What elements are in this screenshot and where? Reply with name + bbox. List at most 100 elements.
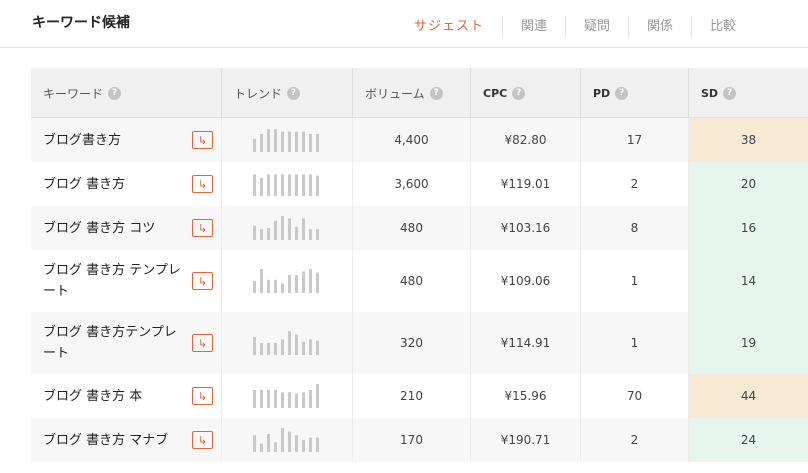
col-sd-header[interactable]: SD? — [689, 68, 808, 118]
tab-4[interactable]: 比較 — [691, 16, 754, 38]
help-icon[interactable]: ? — [429, 86, 443, 100]
trend-bar — [253, 337, 256, 355]
trend-bar — [274, 390, 277, 408]
trend-bar — [288, 218, 291, 240]
sd-cell: 16 — [689, 206, 808, 250]
col-cpc-label: CPC — [483, 86, 508, 100]
trend-bar — [295, 435, 298, 452]
section-title: キーワード候補 — [32, 15, 130, 31]
col-sd-label: SD — [701, 86, 719, 100]
tab-1[interactable]: 関連 — [502, 16, 565, 38]
trend-bar — [288, 131, 291, 152]
open-keyword-icon[interactable]: ↳ — [192, 272, 213, 290]
open-keyword-icon[interactable]: ↳ — [192, 219, 213, 237]
trend-bar — [302, 440, 305, 452]
col-keyword-header[interactable]: キーワード? — [31, 68, 222, 118]
trend-bar — [274, 129, 277, 152]
cpc-cell: ¥109.06 — [471, 250, 581, 312]
section-header: キーワード候補 サジェスト 関連 疑問 関係 比較 — [0, 0, 808, 48]
col-cpc-header[interactable]: CPC? — [471, 68, 581, 118]
trend-bar — [267, 129, 270, 152]
tab-2[interactable]: 疑問 — [565, 16, 628, 38]
trend-bar — [253, 225, 256, 240]
help-icon[interactable]: ? — [108, 86, 122, 100]
trend-bar — [302, 392, 305, 408]
help-icon[interactable]: ? — [615, 86, 629, 100]
trend-bar — [274, 279, 277, 293]
volume-cell: 4,400 — [353, 118, 471, 162]
keyword-text[interactable]: ブログ 書き方テンプレート — [43, 322, 183, 364]
sd-cell: 38 — [689, 118, 808, 162]
help-icon[interactable]: ? — [512, 86, 526, 100]
pd-cell: 17 — [581, 118, 689, 162]
trend-bar — [253, 174, 256, 196]
tab-0[interactable]: サジェスト — [396, 16, 502, 38]
col-pd-label: PD — [593, 86, 611, 100]
trend-bar — [267, 174, 270, 196]
keyword-cell: ブログ 書き方テンプレート ↳ — [31, 312, 222, 374]
trend-cell — [222, 312, 353, 374]
trend-bar — [309, 174, 312, 196]
cpc-cell: ¥114.91 — [471, 312, 581, 374]
trend-sparkline — [253, 216, 319, 240]
table-body: ブログ書き方 ↳ 4,400 ¥82.80 17 38 ブログ 書き方 ↳ 3,600 ¥119.… — [31, 118, 808, 462]
help-icon[interactable]: ? — [287, 86, 301, 100]
trend-bar — [260, 390, 263, 408]
cpc-cell: ¥82.80 — [471, 118, 581, 162]
open-keyword-icon[interactable]: ↳ — [192, 431, 213, 449]
open-keyword-icon[interactable]: ↳ — [192, 131, 213, 149]
keyword-text[interactable]: ブログ 書き方 マナブ — [43, 430, 183, 451]
table-row: ブログ 書き方 テンプレート ↳ 480 ¥109.06 1 14 — [31, 250, 808, 312]
trend-sparkline — [253, 129, 319, 152]
trend-sparkline — [253, 428, 319, 452]
open-keyword-icon[interactable]: ↳ — [192, 334, 213, 352]
sd-cell: 24 — [689, 418, 808, 462]
trend-bar — [281, 131, 284, 152]
trend-bar — [302, 131, 305, 152]
trend-bar — [274, 442, 277, 452]
trend-bar — [316, 229, 319, 240]
sd-cell: 19 — [689, 312, 808, 374]
trend-bar — [309, 437, 312, 452]
keyword-text[interactable]: ブログ 書き方 — [43, 174, 183, 195]
help-icon[interactable]: ? — [723, 86, 737, 100]
trend-cell — [222, 418, 353, 462]
trend-bar — [295, 174, 298, 196]
trend-bar — [260, 229, 263, 240]
trend-bar — [260, 134, 263, 152]
open-keyword-icon[interactable]: ↳ — [192, 387, 213, 405]
table-row: ブログ 書き方 本 ↳ 210 ¥15.96 70 44 — [31, 374, 808, 418]
trend-bar — [309, 390, 312, 408]
trend-bar — [295, 226, 298, 240]
trend-sparkline — [253, 269, 319, 293]
tab-3[interactable]: 関係 — [628, 16, 691, 38]
trend-cell — [222, 118, 353, 162]
trend-cell — [222, 206, 353, 250]
col-keyword-label: キーワード — [43, 86, 104, 101]
trend-bar — [260, 269, 263, 293]
trend-bar — [309, 229, 312, 240]
trend-bar — [281, 428, 284, 452]
col-trend-label: トレンド — [234, 86, 283, 101]
cpc-cell: ¥15.96 — [471, 374, 581, 418]
trend-bar — [267, 228, 270, 240]
trend-bar — [260, 178, 263, 196]
col-volume-label: ボリューム — [365, 86, 425, 101]
trend-bar — [316, 272, 319, 293]
trend-cell — [222, 250, 353, 312]
trend-bar — [302, 218, 305, 240]
pd-cell: 2 — [581, 162, 689, 206]
open-keyword-icon[interactable]: ↳ — [192, 175, 213, 193]
col-pd-header[interactable]: PD? — [581, 68, 689, 118]
trend-bar — [253, 138, 256, 152]
keyword-text[interactable]: ブログ 書き方 本 — [43, 386, 183, 407]
keyword-text[interactable]: ブログ書き方 — [43, 130, 183, 151]
col-volume-header[interactable]: ボリューム? — [353, 68, 471, 118]
trend-bar — [274, 220, 277, 240]
col-trend-header[interactable]: トレンド? — [222, 68, 353, 118]
keyword-text[interactable]: ブログ 書き方 テンプレート — [43, 260, 183, 302]
keyword-cell: ブログ 書き方 コツ ↳ — [31, 206, 222, 250]
trend-bar — [288, 431, 291, 452]
keyword-text[interactable]: ブログ 書き方 コツ — [43, 218, 183, 239]
trend-bar — [253, 281, 256, 293]
